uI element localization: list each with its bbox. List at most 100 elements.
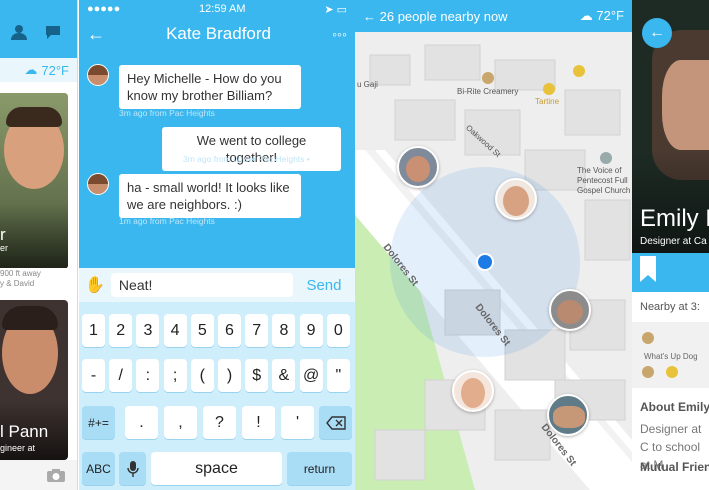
person-map-avatar[interactable] [549, 289, 591, 331]
keyboard-key[interactable]: ' [281, 406, 314, 439]
church-pin-icon[interactable] [600, 152, 612, 164]
chat-title: Kate Bradford [166, 24, 271, 43]
message-meta: 3m ago from Pac Heights [119, 108, 215, 118]
symbols-key[interactable]: #+= [82, 406, 115, 439]
camera-icon[interactable] [46, 468, 66, 483]
mini-map[interactable]: What's Up Dog [632, 322, 709, 388]
map-header: ← 26 people nearby now ☁ 72°F [355, 0, 632, 32]
map-canvas[interactable] [355, 0, 632, 490]
return-key[interactable]: return [287, 452, 352, 485]
keyboard-key[interactable]: - [82, 359, 105, 392]
mic-key[interactable] [119, 452, 146, 485]
battery-icon: ➤ ▭ [324, 3, 347, 16]
profile-job: Designer at Ca [640, 236, 707, 247]
map-weather: 72°F [596, 8, 624, 23]
keyboard-key[interactable]: & [272, 359, 296, 392]
sender-avatar [87, 64, 109, 86]
keyboard-key[interactable]: " [326, 359, 350, 392]
person-map-avatar[interactable] [397, 146, 439, 188]
sender-avatar [87, 173, 109, 195]
profile-icon[interactable] [10, 24, 28, 40]
weather-badge: ☁ 72°F [0, 58, 77, 82]
backspace-key[interactable] [319, 406, 352, 439]
keyboard-key[interactable]: / [109, 359, 133, 392]
keyboard-key[interactable]: 6 [218, 314, 241, 347]
keyboard-key[interactable]: 8 [272, 314, 296, 347]
person-name: l Pann [0, 422, 49, 441]
person-distance: 900 ft away [0, 269, 41, 278]
food-pin-icon [642, 366, 654, 378]
keyboard-key[interactable]: 5 [190, 314, 214, 347]
send-button[interactable]: Send [299, 277, 349, 294]
signal-icon: ●●●●● [87, 3, 121, 15]
more-icon[interactable]: ◦◦◦ [332, 26, 347, 42]
keyboard-key[interactable]: 1 [82, 314, 105, 347]
place-label: What's Up Dog [644, 352, 698, 361]
person-map-avatar[interactable] [547, 394, 589, 436]
map-panel: ← 26 people nearby now ☁ 72°F u Gaji Bi-… [355, 0, 632, 490]
cafe-pin-icon [666, 366, 678, 378]
people-list-panel: ☁ 72°F r er 900 ft away y & David l Pann… [0, 0, 78, 490]
backspace-icon [325, 415, 346, 430]
person-map-avatar[interactable] [452, 370, 494, 412]
back-arrow-icon[interactable]: ← [642, 18, 672, 48]
message-meta: 1m ago from Pac Heights [119, 216, 215, 226]
cloud-icon: ☁ [579, 8, 597, 23]
back-arrow-icon[interactable]: ← [87, 24, 105, 45]
person-name: r [0, 225, 6, 244]
chat-icon[interactable] [44, 24, 62, 40]
compose-bar: ✋ Neat! Send [79, 268, 355, 302]
keyboard-key[interactable]: ! [242, 406, 275, 439]
place-label: The Voice of Pentecost Full Gospel Churc… [577, 166, 631, 195]
chat-panel: ●●●●● 12:59 AM ➤ ▭ ← Kate Bradford ◦◦◦ H… [79, 0, 355, 490]
abc-key[interactable]: ABC [82, 452, 115, 485]
keyboard-key[interactable]: , [164, 406, 197, 439]
keyboard-key[interactable]: 7 [245, 314, 269, 347]
about-title: About Emily [640, 400, 709, 414]
message-bubble: We went to college together! [162, 127, 341, 171]
place-label: Bi-Rite Creamery [457, 87, 519, 96]
cloud-icon: ☁ [24, 62, 38, 77]
nearby-count: 26 people nearby now [379, 8, 508, 24]
current-location-dot [476, 253, 494, 271]
message-bubble: ha - small world! It looks like we are n… [119, 174, 301, 218]
keyboard-key[interactable]: 9 [299, 314, 323, 347]
list-top-bar [0, 0, 77, 58]
cafe-pin-icon[interactable] [573, 65, 585, 77]
place-label: Tartine [535, 97, 560, 106]
keyboard-key[interactable]: ( [190, 359, 214, 392]
person-job: gineer at [0, 443, 36, 453]
status-bar: ●●●●● 12:59 AM ➤ ▭ [79, 0, 355, 18]
nearby-title: Nearby at 3: [640, 301, 700, 313]
back-arrow-icon[interactable]: ← [363, 9, 380, 24]
mutual-friends-title: Mutual Frien [640, 460, 709, 474]
person-job: er [0, 243, 9, 253]
keyboard-key[interactable]: ) [218, 359, 241, 392]
wave-hand-icon[interactable]: ✋ [85, 275, 105, 295]
message-bubble: Hey Michelle - How do you know my brothe… [119, 65, 301, 109]
read-receipt: Read [321, 154, 342, 164]
space-key[interactable]: space [151, 452, 282, 485]
profile-name: Emily M [640, 205, 709, 232]
food-pin-icon[interactable] [482, 72, 494, 84]
keyboard-key[interactable]: ; [163, 359, 187, 392]
food-pin-icon [642, 332, 654, 344]
keyboard-key[interactable]: 2 [109, 314, 133, 347]
message-input[interactable]: Neat! [110, 273, 293, 297]
keyboard-key[interactable]: : [136, 359, 160, 392]
keyboard-key[interactable]: 0 [326, 314, 350, 347]
keyboard-key[interactable]: 4 [163, 314, 187, 347]
person-card[interactable]: r er [0, 93, 68, 269]
weather-temp: 72°F [41, 62, 69, 78]
keyboard-key[interactable]: 3 [136, 314, 160, 347]
keyboard-key[interactable]: ? [203, 406, 236, 439]
status-time: 12:59 AM [199, 3, 246, 15]
keyboard-key[interactable]: @ [299, 359, 323, 392]
keyboard: 1 2 3 4 5 6 7 8 9 0 - /:;() $ & @ " #+=.,?! ' ABC space retu… [79, 302, 355, 490]
person-map-avatar[interactable] [495, 178, 537, 220]
keyboard-key[interactable]: . [125, 406, 158, 439]
cafe-pin-icon[interactable] [543, 83, 555, 95]
person-card[interactable]: l Pann gineer at [0, 300, 68, 460]
bookmark-icon[interactable] [640, 256, 656, 282]
keyboard-key[interactable]: $ [245, 359, 269, 392]
